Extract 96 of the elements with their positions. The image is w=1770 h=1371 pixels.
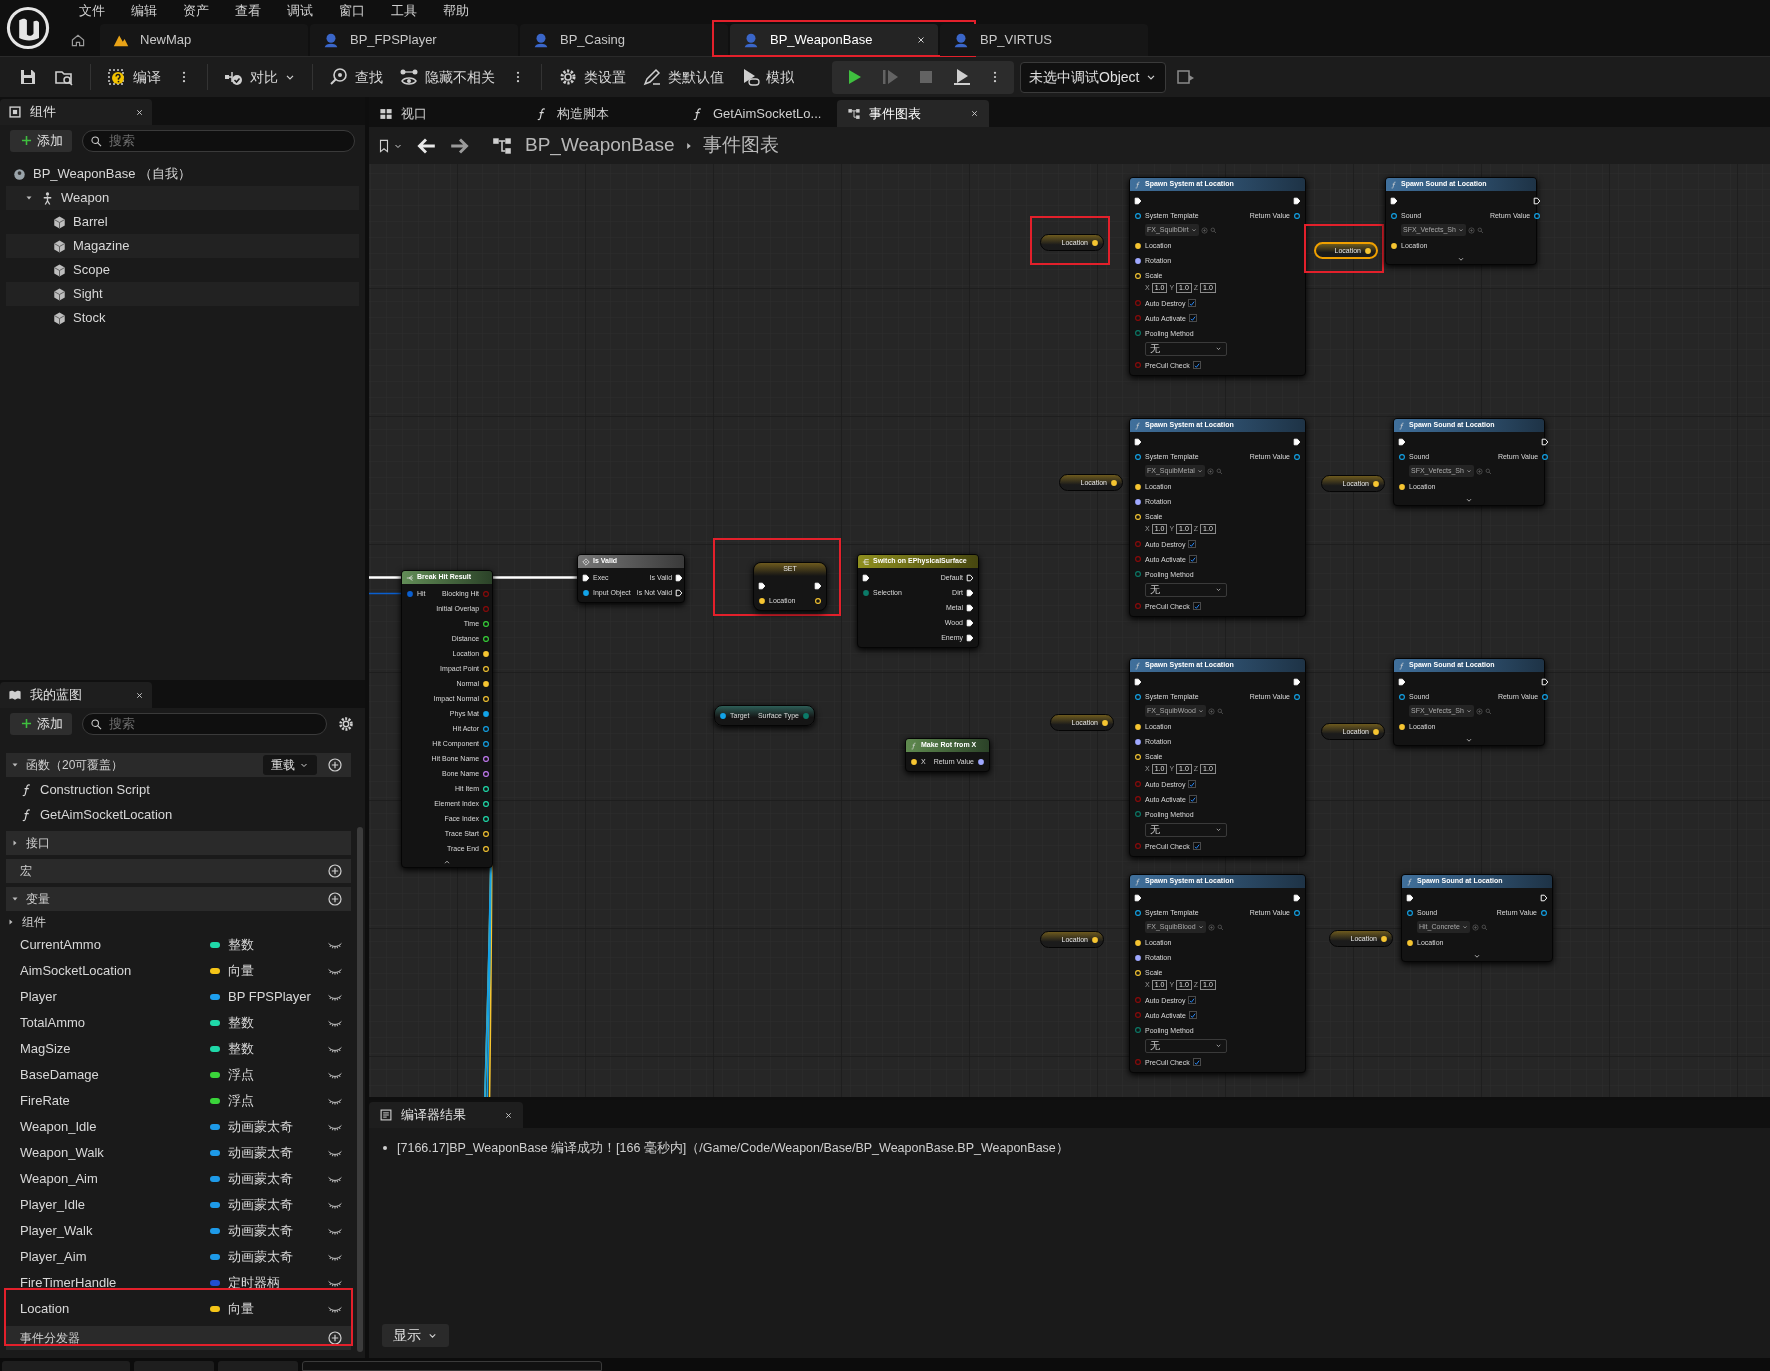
graph-tab[interactable]: 构造脚本 [525, 100, 677, 127]
menu-item[interactable]: 编辑 [118, 1, 170, 21]
tree-label: Barrel [73, 213, 108, 232]
variable-name[interactable]: CurrentAmmo [20, 935, 210, 955]
debug-object-dropdown[interactable]: 未选中调试Object [1020, 61, 1167, 93]
menu-item[interactable]: 调试 [274, 1, 326, 21]
tree-label: Magazine [73, 237, 130, 256]
variable-type: 向量 [228, 962, 255, 981]
section-header[interactable]: 函数（20可覆盖） 重载 [6, 753, 351, 777]
class-defaults-button[interactable]: 类默认值 [636, 62, 730, 92]
section-label: 宏 [20, 863, 33, 880]
breadcrumb-item[interactable]: 事件图表 [702, 131, 779, 160]
variable-type: 动画蒙太奇 [228, 1196, 294, 1215]
variable-name[interactable]: Weapon_Aim [20, 1169, 210, 1189]
variable-name[interactable]: MagSize [20, 1039, 210, 1059]
tree-row[interactable]: Sight [6, 282, 359, 306]
tree-label: Stock [73, 309, 106, 328]
menu-item[interactable]: 工具 [378, 1, 430, 21]
tree-row[interactable]: Weapon [6, 186, 359, 210]
section-label: 函数（20可覆盖） [26, 757, 125, 774]
section-label: 事件分发器 [20, 1330, 81, 1347]
menu-item[interactable]: 窗口 [326, 1, 378, 21]
section-header[interactable]: 宏 [6, 859, 351, 883]
simulate-button[interactable]: 模拟 [734, 62, 800, 92]
hide-unrelated-button[interactable]: 隐藏不相关 [393, 62, 501, 92]
document-tab[interactable]: BP_VIRTUS [940, 24, 1148, 56]
tree-label: BP_WeaponBase （自我） [33, 165, 191, 184]
section-header[interactable]: 变量 [6, 887, 351, 911]
panel-title: 我的蓝图 [30, 686, 83, 705]
variable-type: 浮点 [228, 1092, 255, 1111]
panel-tab[interactable]: 我的蓝图 [0, 682, 152, 708]
enum-dropdown[interactable]: 无 [1145, 582, 1227, 597]
category-label[interactable]: 组件 [22, 912, 46, 931]
variable-name[interactable]: Player_Idle [20, 1195, 210, 1215]
enum-dropdown[interactable]: 无 [1145, 822, 1227, 837]
document-tab[interactable]: BP_Casing [520, 24, 728, 56]
breadcrumb-item[interactable]: BP_WeaponBase [525, 131, 675, 160]
search-field[interactable]: 搜索 [82, 129, 355, 152]
variable-name[interactable]: BaseDamage [20, 1065, 210, 1085]
menu-item[interactable]: 文件 [66, 1, 118, 21]
variable-type: 动画蒙太奇 [228, 1170, 294, 1189]
variable-type: 动画蒙太奇 [228, 1248, 294, 1267]
variable-type: 整数 [228, 1040, 255, 1059]
graph-tab[interactable]: 事件图表 [837, 100, 989, 127]
variable-type: 整数 [228, 936, 255, 955]
section-header[interactable]: 接口 [6, 831, 351, 855]
variable-type: 整数 [228, 1014, 255, 1033]
enum-dropdown[interactable]: 无 [1145, 341, 1227, 356]
override-dropdown[interactable]: 重载 [263, 755, 317, 775]
compile-button[interactable]: 编译 [101, 62, 167, 92]
variable-type: 向量 [228, 1300, 255, 1319]
menu-item[interactable]: 查看 [222, 1, 274, 21]
diff-button[interactable]: 对比 [218, 62, 302, 92]
variable-type: 浮点 [228, 1066, 255, 1085]
function-name[interactable]: Construction Script [40, 779, 150, 800]
variable-name[interactable]: Weapon_Idle [20, 1117, 210, 1137]
section-label: 接口 [26, 835, 51, 852]
variable-name[interactable]: Weapon_Walk [20, 1143, 210, 1163]
variable-name[interactable]: Player_Aim [20, 1247, 210, 1267]
class-settings-button[interactable]: 类设置 [552, 62, 632, 92]
enum-dropdown[interactable]: 无 [1145, 1038, 1227, 1053]
variable-type: 动画蒙太奇 [228, 1222, 294, 1241]
variable-name[interactable]: AimSocketLocation [20, 961, 210, 981]
variable-name[interactable]: FireTimerHandle [20, 1273, 210, 1293]
section-header[interactable]: 事件分发器 [6, 1326, 351, 1350]
variable-name[interactable]: Location [20, 1299, 210, 1319]
function-name[interactable]: GetAimSocketLocation [40, 804, 173, 825]
graph-tab[interactable]: GetAimSocketLo... [681, 100, 833, 127]
add-button[interactable]: 添加 [10, 129, 72, 152]
graph-tab[interactable]: 视口 [369, 100, 521, 127]
show-dropdown[interactable]: 显示 [382, 1324, 449, 1347]
panel-title: 组件 [30, 103, 57, 122]
panel-tab[interactable]: 编译器结果 [369, 1102, 523, 1128]
variable-name[interactable]: TotalAmmo [20, 1013, 210, 1033]
panel-title: 编译器结果 [401, 1106, 467, 1125]
document-tab[interactable]: BP_WeaponBase [730, 24, 938, 56]
section-label: 变量 [26, 891, 51, 908]
log-message: [7166.17]BP_WeaponBase 编译成功！[166 毫秒内]（/Game/Code/Weapon/Base/BP_WeaponBase.BP_WeaponBase） [397, 1139, 1069, 1157]
variable-type: 动画蒙太奇 [228, 1118, 294, 1137]
menu-item[interactable]: 资产 [170, 1, 222, 21]
tree-label: Weapon [61, 189, 110, 208]
document-tab[interactable]: BP_FPSPlayer [310, 24, 518, 56]
tree-row[interactable]: Magazine [6, 234, 359, 258]
document-tab[interactable]: NewMap [100, 24, 308, 56]
variable-type: BP FPSPlayer [228, 988, 312, 1007]
variable-name[interactable]: Player_Walk [20, 1221, 210, 1241]
add-button[interactable]: 添加 [10, 712, 72, 735]
find-button[interactable]: 查找 [323, 62, 389, 92]
menu-item[interactable]: 帮助 [430, 1, 482, 21]
variable-name[interactable]: Player [20, 987, 210, 1007]
tree-label: Sight [73, 285, 103, 304]
search-field[interactable]: 搜索 [82, 712, 327, 735]
variable-name[interactable]: FireRate [20, 1091, 210, 1111]
tree-label: Scope [73, 261, 110, 280]
variable-type: 动画蒙太奇 [228, 1144, 294, 1163]
panel-tab[interactable]: 组件 [0, 99, 152, 125]
